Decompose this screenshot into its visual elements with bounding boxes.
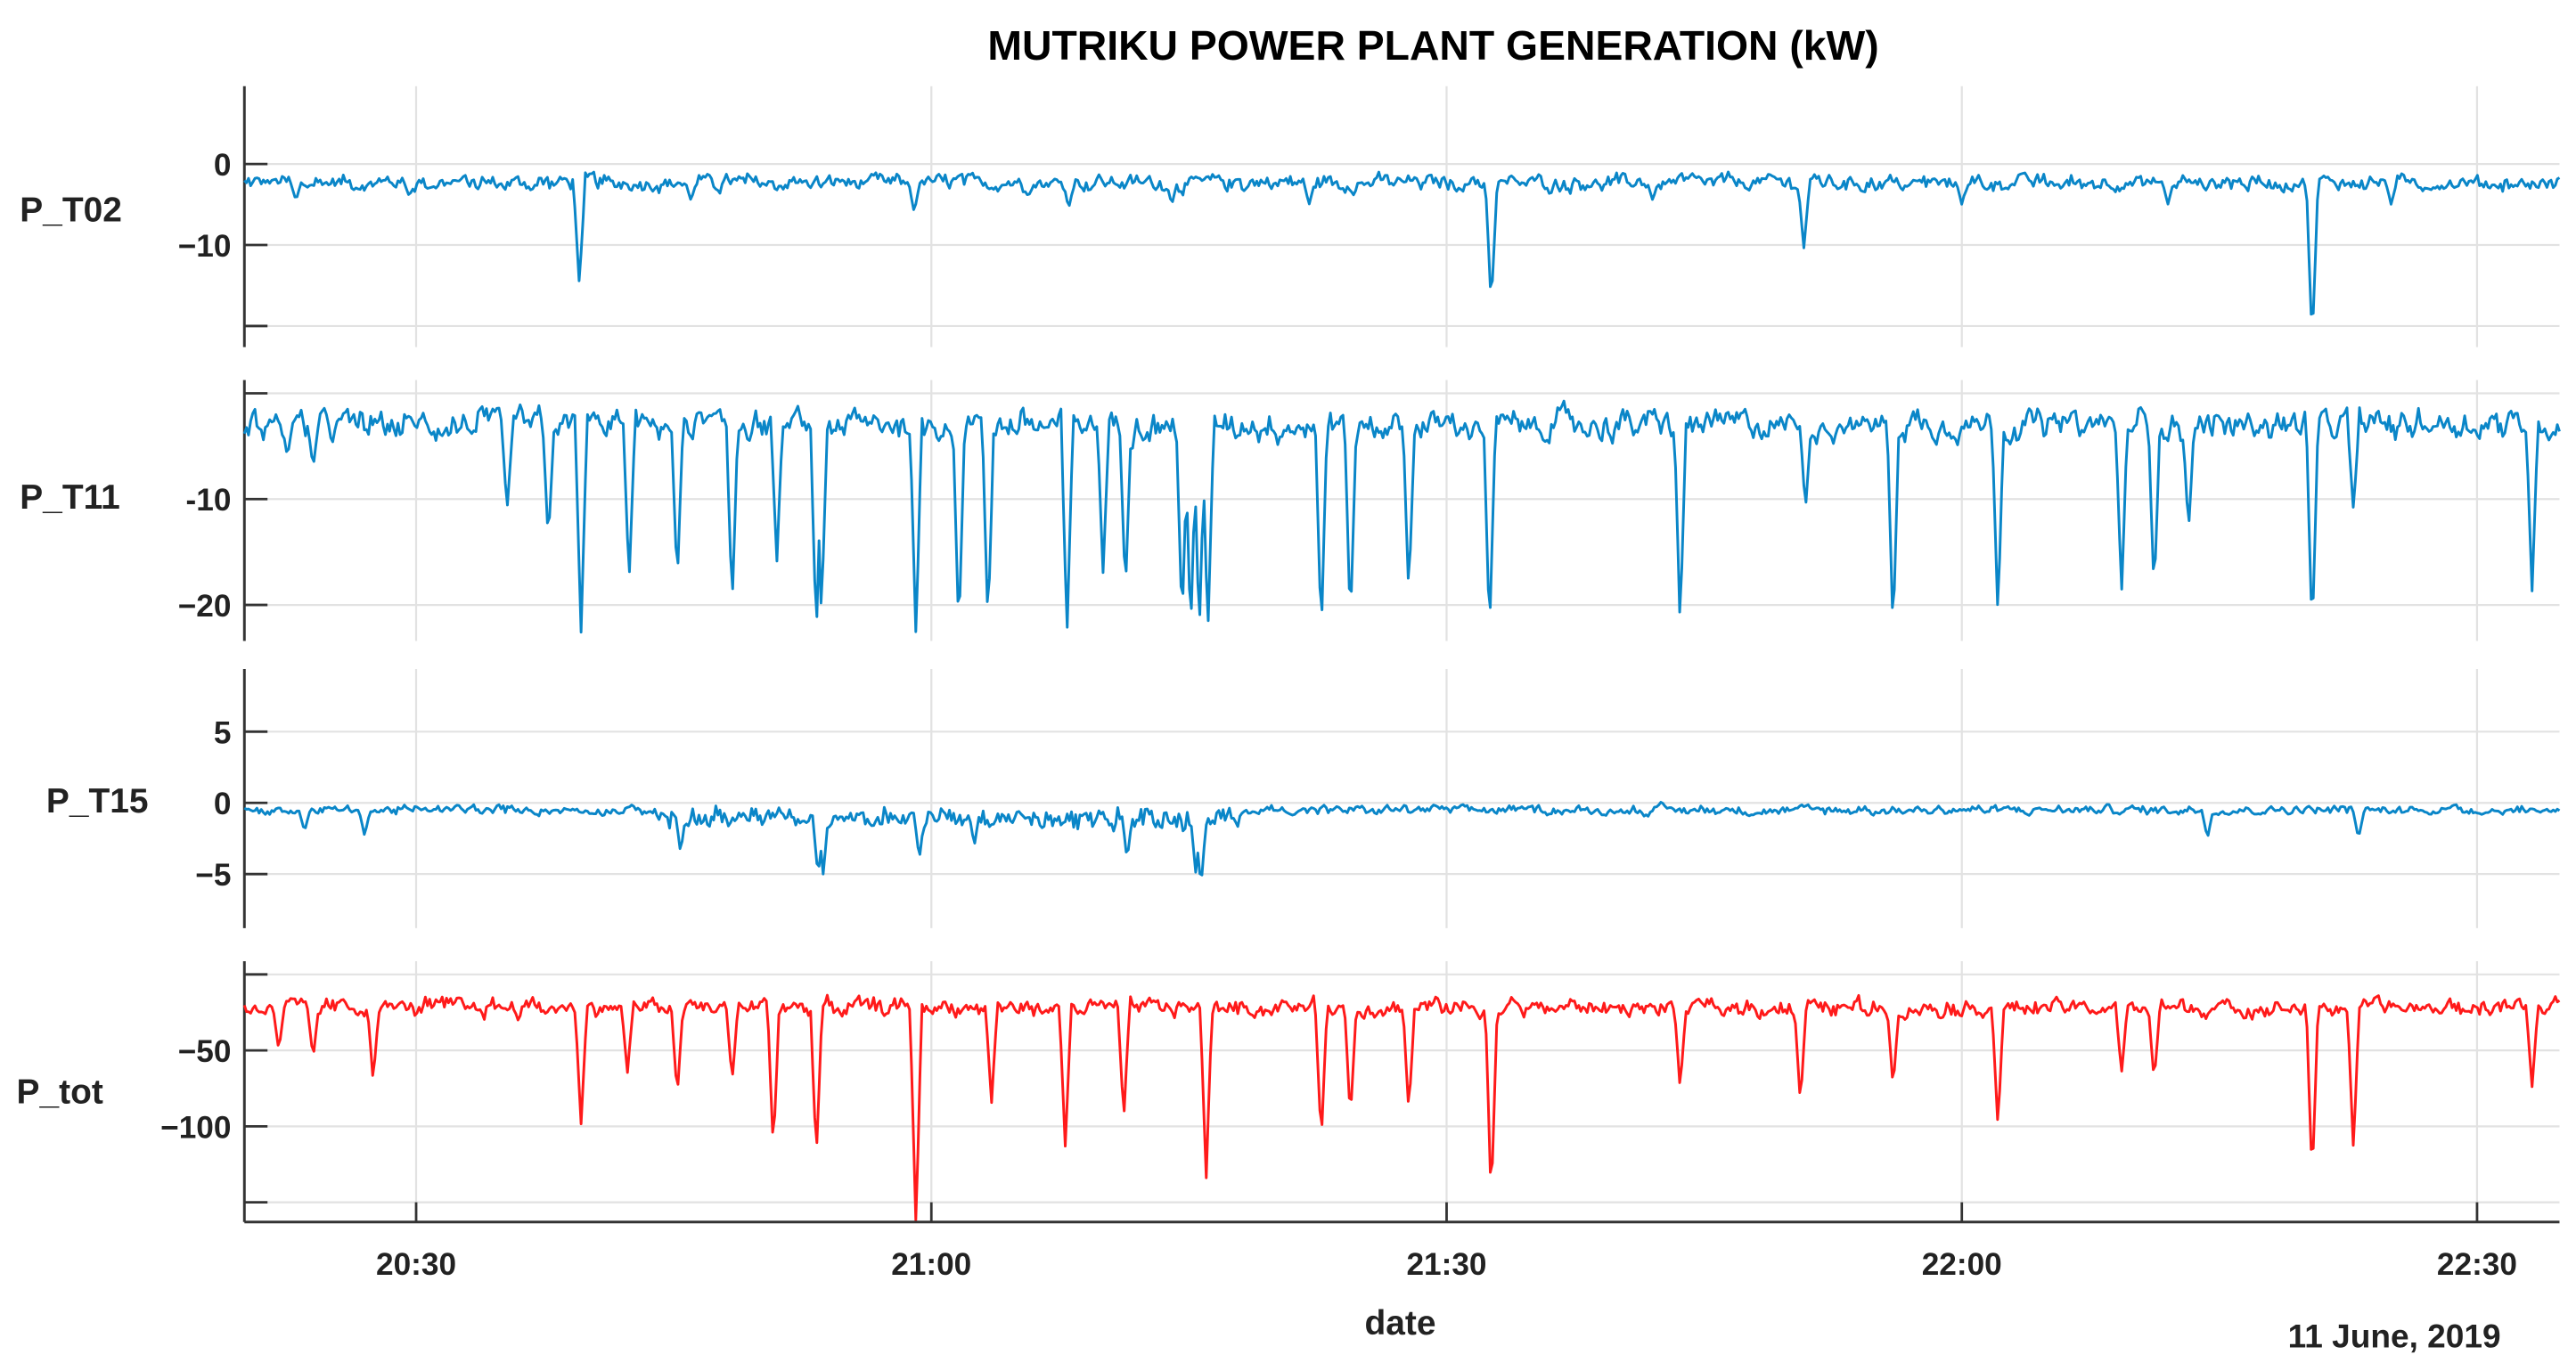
panel-p_t11: -10 −20 P_T11 <box>20 379 2561 641</box>
series-line-p_t15 <box>243 801 2561 877</box>
y-axis-label: P_tot <box>17 1073 103 1111</box>
y-tick-label: 0 <box>214 787 232 821</box>
panel-p_tot: −50 −100 P_tot <box>17 960 2561 1222</box>
series-line-p_tot <box>242 993 2561 1222</box>
y-axis-label: P_T02 <box>20 192 122 230</box>
chart-title: MUTRIKU POWER PLANT GENERATION (kW) <box>987 22 1878 69</box>
date-note: 11 June, 2019 <box>2288 1318 2501 1355</box>
x-axis-label: date <box>1365 1304 1436 1342</box>
x-tick-label: 21:00 <box>891 1247 971 1282</box>
y-tick-label: −20 <box>178 589 232 624</box>
y-tick-label: −5 <box>195 858 231 893</box>
chart: MUTRIKU POWER PLANT GENERATION (kW) 0 −10… <box>17 22 2561 1355</box>
x-tick-label: 20:30 <box>376 1247 456 1282</box>
series-line-p_t11 <box>242 399 2561 634</box>
x-tick-label: 22:30 <box>2437 1247 2517 1282</box>
y-tick-label: 5 <box>214 715 232 750</box>
y-tick-label: −100 <box>160 1110 231 1145</box>
y-tick-label: −50 <box>178 1034 232 1069</box>
panel-p_t02: 0 −10 P_T02 <box>20 86 2561 347</box>
series-line-p_t02 <box>243 170 2561 316</box>
y-axis-label: P_T15 <box>46 782 149 820</box>
y-tick-label: 0 <box>214 148 232 183</box>
y-tick-label: −10 <box>178 229 232 264</box>
y-axis-label: P_T11 <box>20 478 119 517</box>
panel-p_t15: 5 0 −5 P_T15 <box>46 668 2561 928</box>
x-tick-label: 22:00 <box>1922 1247 2002 1282</box>
y-tick-label: -10 <box>186 483 232 518</box>
x-tick-label: 21:30 <box>1406 1247 1486 1282</box>
